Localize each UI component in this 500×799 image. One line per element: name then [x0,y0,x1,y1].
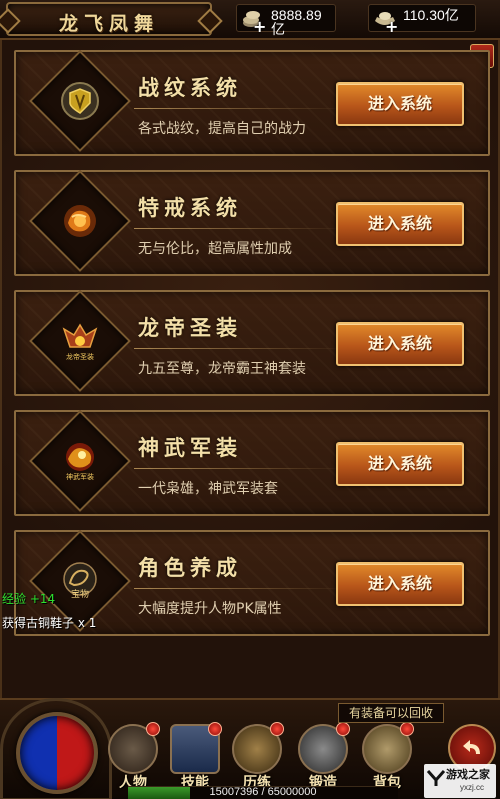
card-title: 战纹系统 [138,75,242,100]
card-description: 九五至尊，龙帝霸王神套装 [138,361,306,377]
card-icon-frame [29,170,131,272]
item-gain-message: 获得古铜鞋子 x 1 [2,616,97,630]
watermark-url: yxzj.cc [460,783,484,792]
card-description: 大幅度提升人物PK属性 [138,601,282,617]
icon-caption: 宝物 [71,588,89,600]
card-divine-armor: 神武军装 神武军装 一代枭雄，神武军装套 进入系统 [14,410,490,516]
treasure-dragon-icon: 宝物 [63,562,97,600]
enter-system-button[interactable]: 进入系统 [336,202,464,246]
exp-text: 15007396 / 65000000 [209,786,317,798]
title-plate: 龙飞凤舞 [6,2,212,36]
dragon-emperor-armor-icon: 龙帝圣装 [62,323,98,361]
card-title: 角色养成 [138,555,242,580]
return-arrow-icon [463,740,480,754]
card-icon-frame [29,50,131,152]
gold-amount: 8888.89亿 [271,7,322,37]
card-description: 一代枭雄，神武军装套 [138,481,278,497]
enter-system-button[interactable]: 进入系统 [336,82,464,126]
card-title: 神武军装 [138,435,242,460]
watermark-name: 游戏之家 [446,768,490,781]
divider [134,228,344,229]
enter-system-button[interactable]: 进入系统 [336,442,464,486]
divider [134,588,344,589]
site-watermark: 游戏之家 yxzj.cc [424,764,496,798]
war-pattern-shield-icon [61,82,99,120]
alert-dot-icon [146,722,160,736]
card-icon-frame: 神武军装 [29,410,131,512]
alert-dot-icon [270,722,284,736]
alert-dot-icon [400,722,414,736]
add-gold-icon[interactable]: + [253,17,266,36]
icon-caption: 神武军装 [66,472,94,481]
ingot-amount: 110.30亿 [403,7,459,23]
system-panel: × 战纹系统 各式战纹，提高自己的战力 进入系统 特戒系统 无与伦比，超高属性加… [0,40,500,698]
watermark-logo-icon [426,770,446,786]
card-description: 无与伦比，超高属性加成 [138,241,292,257]
card-dragon-emperor-armor: 龙帝圣装 龙帝圣装 九五至尊，龙帝霸王神套装 进入系统 [14,290,490,396]
icon-caption: 龙帝圣装 [66,352,94,361]
card-description: 各式战纹，提高自己的战力 [138,121,306,137]
ingot-currency[interactable]: + 110.30亿 [368,4,476,36]
page-title: 龙飞凤舞 [58,13,159,35]
card-title: 特戒系统 [138,195,242,220]
card-war-pattern: 战纹系统 各式战纹，提高自己的战力 进入系统 [14,50,490,156]
exp-bar: 15007396 / 65000000 [128,786,398,799]
recycle-notice[interactable]: 有装备可以回收 [338,703,444,723]
special-ring-icon [64,205,96,237]
card-icon-frame: 龙帝圣装 [29,290,131,392]
gold-currency[interactable]: + 8888.89亿 [236,4,336,36]
add-ingot-icon[interactable]: + [385,17,398,36]
card-title: 龙帝圣装 [138,315,242,340]
divider [134,348,344,349]
hp-mp-orb [16,712,98,794]
divider [134,108,344,109]
divine-armor-icon: 神武军装 [66,443,94,481]
exp-gain-message: 经验 +14 [2,592,56,606]
alert-dot-icon [336,722,350,736]
top-bar: 龙飞凤舞 + 8888.89亿 + 110.30亿 [0,0,500,40]
enter-system-button[interactable]: 进入系统 [336,322,464,366]
divider [134,468,344,469]
enter-system-button[interactable]: 进入系统 [336,562,464,606]
card-special-ring: 特戒系统 无与伦比，超高属性加成 进入系统 [14,170,490,276]
alert-dot-icon [208,722,222,736]
